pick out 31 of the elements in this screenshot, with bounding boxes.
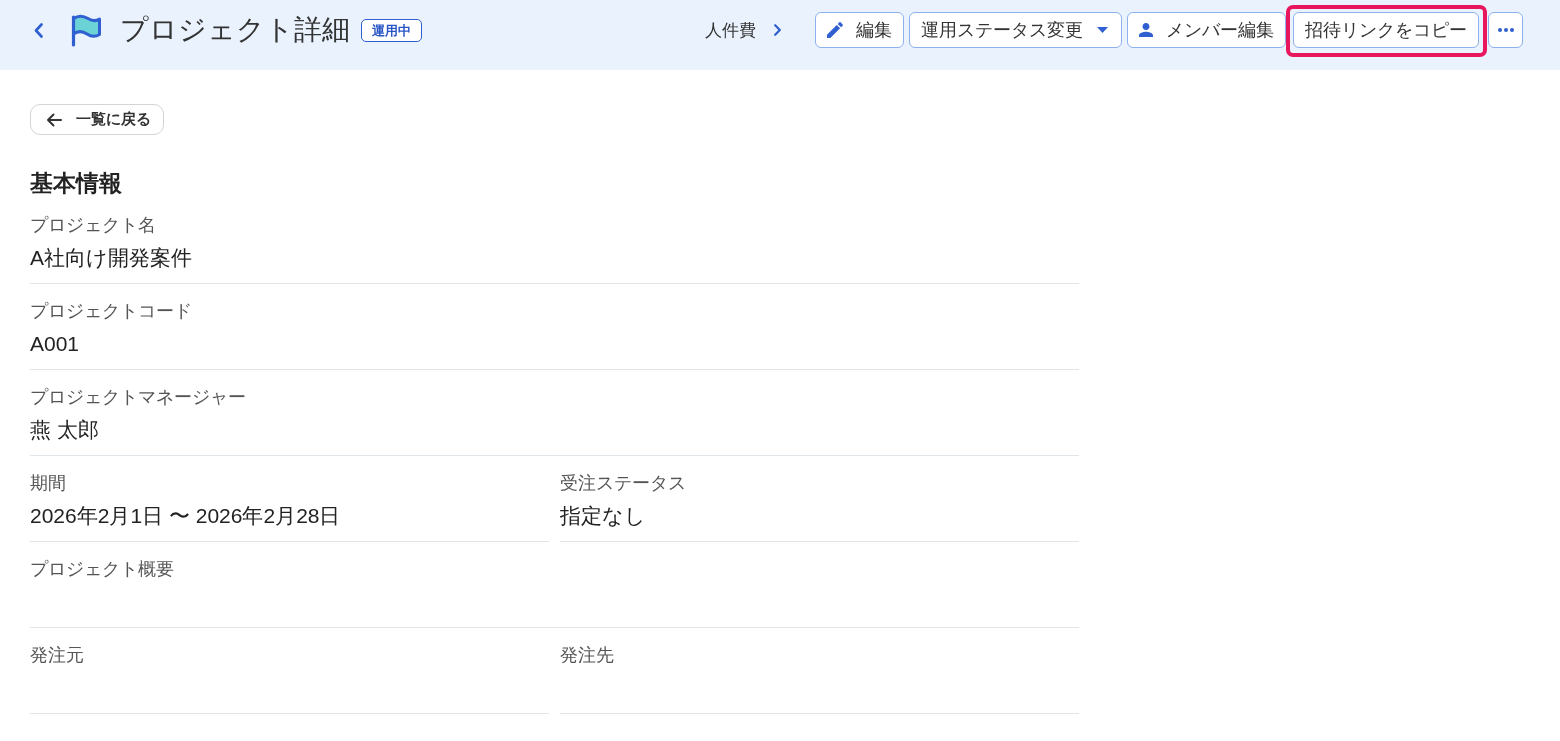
status-change-dropdown[interactable]: 運用ステータス変更 xyxy=(909,12,1122,48)
member-edit-button[interactable]: メンバー編集 xyxy=(1127,12,1286,48)
field-value: 指定なし xyxy=(560,503,646,529)
field-label: プロジェクトコード xyxy=(30,300,192,323)
field-label: 期間 xyxy=(30,472,66,495)
arrow-left-icon xyxy=(46,112,62,127)
field-value: A社向け開発案件 xyxy=(30,245,192,271)
field-value: 燕 太郎 xyxy=(30,417,99,443)
field-label: プロジェクトマネージャー xyxy=(30,386,246,409)
flag-icon xyxy=(69,13,102,47)
back-to-list-button[interactable]: 一覧に戻る xyxy=(30,104,164,135)
person-icon xyxy=(1139,23,1153,37)
chevron-right-icon xyxy=(774,24,781,36)
field-label: プロジェクト名 xyxy=(30,214,156,237)
field-label: プロジェクト概要 xyxy=(30,558,174,581)
pencil-icon xyxy=(827,22,843,38)
field-label: 発注元 xyxy=(30,644,84,667)
ellipsis-icon xyxy=(1497,28,1514,32)
field-label: 受注ステータス xyxy=(560,472,686,495)
field-label: 発注先 xyxy=(560,644,614,667)
page-title: プロジェクト詳細 xyxy=(120,13,350,47)
more-button[interactable] xyxy=(1488,12,1523,48)
field-value: A001 xyxy=(30,331,80,357)
chevron-left-icon[interactable] xyxy=(34,22,43,38)
copy-invite-link-button[interactable]: 招待リンクをコピー xyxy=(1293,12,1479,48)
field-value: 2026年2月1日 〜 2026年2月28日 xyxy=(30,503,341,529)
breadcrumb-link[interactable]: 人件費 xyxy=(705,18,781,42)
section-heading: 基本情報 xyxy=(30,169,122,198)
caret-down-icon xyxy=(1097,27,1108,33)
edit-button[interactable]: 編集 xyxy=(815,12,904,48)
status-badge: 運用中 xyxy=(361,18,422,42)
